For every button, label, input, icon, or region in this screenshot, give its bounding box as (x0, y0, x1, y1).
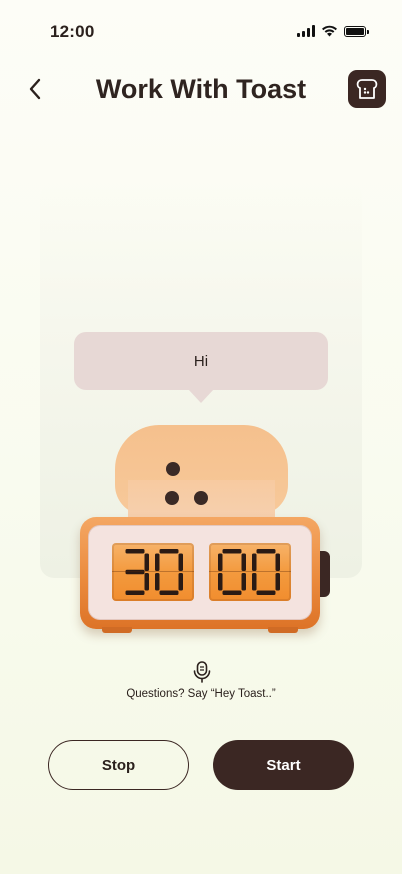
digit-segment (125, 569, 145, 575)
stop-button-label: Stop (101, 756, 136, 774)
start-button-label: Start (266, 756, 301, 774)
digit-segment (256, 590, 276, 595)
toast-face-icon (356, 79, 378, 99)
digit-segment (178, 553, 183, 571)
clock-foot (268, 627, 298, 633)
digit-segment (125, 549, 145, 554)
cellular-signal-icon (297, 25, 315, 37)
speech-bubble-tail (188, 389, 214, 403)
digit-segment (252, 553, 257, 571)
digit-segment (155, 573, 160, 591)
digit-segment (159, 590, 179, 595)
digit-segment (155, 553, 160, 571)
clock-knob (320, 551, 330, 597)
speech-bubble-text: Hi (193, 352, 209, 370)
digit-segment (241, 573, 246, 591)
timer-minutes (112, 543, 194, 601)
speech-bubble: Hi (74, 332, 328, 390)
digit-segment (144, 573, 149, 591)
clock-foot (102, 627, 132, 633)
header: Work With Toast (0, 62, 402, 118)
voice-hint: Questions? Say “Hey Toast..” (126, 688, 276, 700)
digit-segment (218, 553, 223, 571)
digit-segment (159, 549, 179, 554)
digit-segment (222, 590, 242, 595)
status-icons (297, 25, 369, 37)
timer-minutes-digits (125, 549, 183, 595)
digit-segment (275, 573, 280, 591)
stop-button[interactable]: Stop (48, 740, 189, 790)
timer-clock (80, 517, 330, 634)
status-bar: 12:00 (0, 0, 402, 62)
start-button[interactable]: Start (213, 740, 354, 790)
digit-segment (125, 590, 145, 595)
digit-segment (144, 553, 149, 571)
toast-eye (194, 491, 208, 505)
digit-segment (252, 573, 257, 591)
page-title: Work With Toast (95, 74, 307, 104)
clock-face (88, 525, 312, 620)
digit-segment (178, 573, 183, 591)
timer-seconds (209, 543, 291, 601)
microphone-icon[interactable] (191, 660, 213, 684)
digit-segment (222, 549, 242, 554)
digit-segment (218, 573, 223, 591)
toast-menu-button[interactable] (348, 70, 386, 108)
toast-eye (166, 462, 180, 476)
toast-eye (165, 491, 179, 505)
digit-segment (241, 553, 246, 571)
wifi-icon (322, 25, 337, 37)
digit-segment (256, 549, 276, 554)
timer-seconds-digits (218, 549, 280, 595)
battery-icon (344, 25, 369, 37)
digit-segment (275, 553, 280, 571)
status-time: 12:00 (50, 22, 95, 41)
